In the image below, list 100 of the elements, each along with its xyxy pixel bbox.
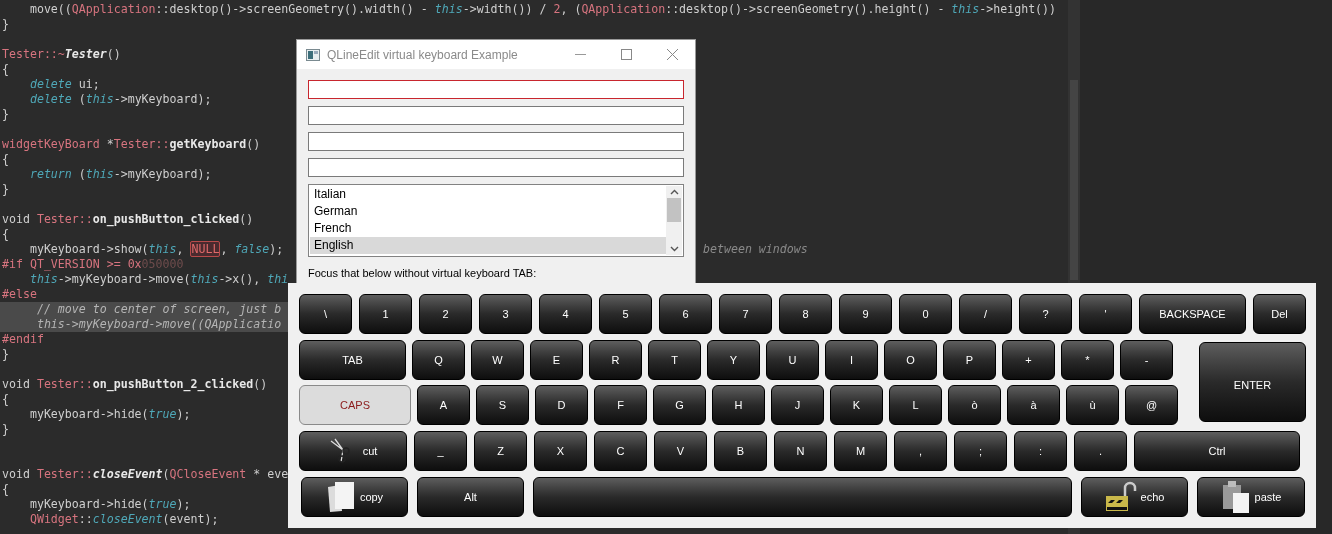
key[interactable]: 7 — [719, 294, 772, 334]
minimize-icon — [574, 53, 586, 56]
code-line: #if QT_VERSION >= 0x050000 — [2, 257, 184, 271]
key[interactable]: echo — [1081, 477, 1188, 517]
key[interactable]: X — [534, 431, 587, 471]
key[interactable]: N — [774, 431, 827, 471]
key[interactable]: 5 — [599, 294, 652, 334]
key[interactable]: W — [471, 340, 524, 380]
key[interactable]: 4 — [539, 294, 592, 334]
code-comment: between windows — [703, 242, 808, 257]
key[interactable]: ; — [954, 431, 1007, 471]
key[interactable]: L — [889, 385, 942, 425]
key[interactable]: TAB — [299, 340, 406, 380]
window-title: QLineEdit virtual keyboard Example — [327, 46, 518, 64]
key[interactable]: E — [530, 340, 583, 380]
code-line: return (this->myKeyboard); — [28, 167, 212, 181]
padlock-icon — [1104, 481, 1137, 513]
key[interactable]: _ — [414, 431, 467, 471]
key[interactable]: 2 — [419, 294, 472, 334]
list-item[interactable]: Italian — [310, 186, 666, 203]
list-item[interactable]: English — [310, 237, 666, 254]
code-line: { — [2, 482, 9, 496]
key[interactable]: ò — [948, 385, 1001, 425]
key[interactable]: G — [653, 385, 706, 425]
key[interactable]: D — [535, 385, 588, 425]
code-line: widgetKeyBoard *Tester::getKeyboard() — [2, 137, 261, 151]
code-line: void Tester::on_pushButton_clicked() — [2, 212, 254, 226]
key[interactable]: K — [830, 385, 883, 425]
key[interactable]: Ctrl — [1134, 431, 1300, 471]
key[interactable]: paste — [1197, 477, 1305, 517]
key[interactable]: U — [766, 340, 819, 380]
code-line: } — [2, 17, 9, 31]
key[interactable]: : — [1014, 431, 1067, 471]
key[interactable]: J — [771, 385, 824, 425]
code-line: this->myKeyboard->move((QApplicatio — [35, 317, 282, 331]
enter-key[interactable]: ENTER — [1199, 342, 1306, 422]
app-icon — [306, 48, 320, 61]
key[interactable]: T — [648, 340, 701, 380]
code-line: } — [2, 347, 9, 361]
code-line: #else — [2, 287, 37, 301]
key[interactable]: 8 — [779, 294, 832, 334]
key[interactable]: B — [714, 431, 767, 471]
close-icon — [666, 49, 678, 60]
list-item[interactable]: French — [310, 220, 666, 237]
key[interactable]: P — [943, 340, 996, 380]
key[interactable]: C — [594, 431, 647, 471]
key[interactable]: 1 — [359, 294, 412, 334]
key[interactable]: \ — [299, 294, 352, 334]
code-line: } — [2, 107, 9, 121]
code-line: { — [2, 152, 9, 166]
key[interactable]: . — [1074, 431, 1127, 471]
key[interactable]: ù — [1066, 385, 1119, 425]
text-field[interactable] — [308, 158, 684, 177]
key[interactable]: Z — [474, 431, 527, 471]
key[interactable]: à — [1007, 385, 1060, 425]
copy-icon — [325, 481, 356, 513]
key[interactable]: * — [1061, 340, 1114, 380]
key[interactable]: 3 — [479, 294, 532, 334]
code-line: } — [2, 422, 9, 436]
key[interactable]: @ — [1125, 385, 1178, 425]
code-line: { — [2, 227, 9, 241]
code-line: #endif — [2, 332, 44, 346]
code-line: { — [2, 62, 9, 76]
key[interactable]: V — [654, 431, 707, 471]
key[interactable]: I — [825, 340, 878, 380]
maximize-icon — [620, 49, 632, 60]
code-line: this->myKeyboard->move(this->x(), thi — [28, 272, 289, 286]
key[interactable]: copy — [301, 477, 408, 517]
key[interactable]: BACKSPACE — [1139, 294, 1246, 334]
key[interactable]: F — [594, 385, 647, 425]
key[interactable]: 0 — [899, 294, 952, 334]
code-line: delete ui; — [28, 77, 100, 91]
key[interactable]: S — [476, 385, 529, 425]
code-line: void Tester::on_pushButton_2_clicked() — [2, 377, 268, 391]
key[interactable]: 9 — [839, 294, 892, 334]
key[interactable]: / — [959, 294, 1012, 334]
key[interactable]: ? — [1019, 294, 1072, 334]
key[interactable]: , — [894, 431, 947, 471]
key[interactable]: R — [589, 340, 642, 380]
key[interactable]: Del — [1253, 294, 1306, 334]
text-field[interactable] — [308, 132, 684, 151]
key[interactable]: O — [884, 340, 937, 380]
key[interactable]: 6 — [659, 294, 712, 334]
key[interactable]: cut — [299, 431, 407, 471]
key[interactable]: A — [417, 385, 470, 425]
code-line: { — [2, 392, 9, 406]
key[interactable]: - — [1120, 340, 1173, 380]
paste-icon — [1220, 480, 1251, 514]
key[interactable]: M — [834, 431, 887, 471]
key[interactable]: CAPS — [299, 385, 411, 425]
key[interactable]: Alt — [417, 477, 524, 517]
key[interactable]: + — [1002, 340, 1055, 380]
text-field[interactable] — [308, 80, 684, 99]
key[interactable]: Q — [412, 340, 465, 380]
list-item[interactable]: German — [310, 203, 666, 220]
key[interactable]: ' — [1079, 294, 1132, 334]
key[interactable]: Y — [707, 340, 760, 380]
text-field[interactable] — [308, 106, 684, 125]
key[interactable]: H — [712, 385, 765, 425]
code-line: // move to center of screen, just b — [35, 302, 282, 316]
